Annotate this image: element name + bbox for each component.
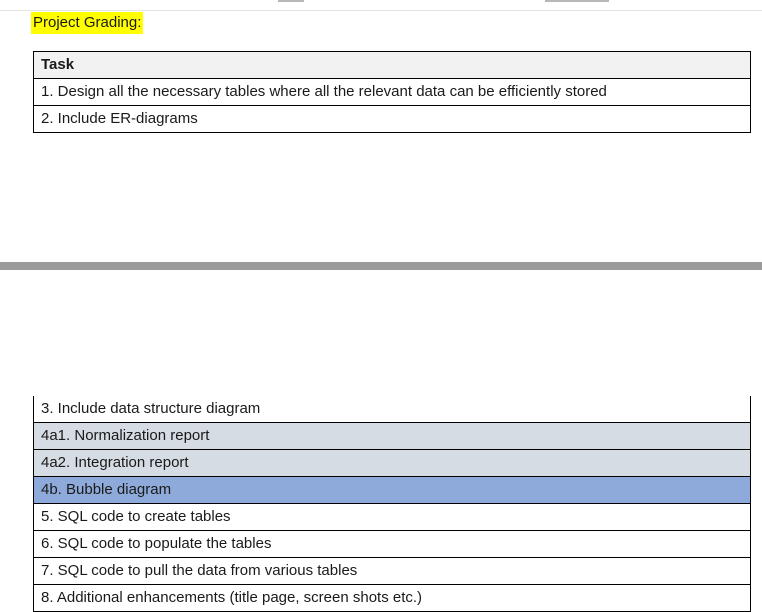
table-row: 1. Design all the necessary tables where… xyxy=(33,78,751,106)
task-cell: 1. Design all the necessary tables where… xyxy=(33,78,751,106)
task-cell: 8. Additional enhancements (title page, … xyxy=(33,584,751,612)
table-row: 5. SQL code to create tables xyxy=(33,503,751,531)
task-cell: 4b. Bubble diagram xyxy=(33,476,751,504)
task-table-part-2: 3. Include data structure diagram 4a1. N… xyxy=(33,396,751,612)
task-cell: 6. SQL code to populate the tables xyxy=(33,530,751,558)
table-row: 2. Include ER-diagrams xyxy=(33,105,751,133)
task-cell: 5. SQL code to create tables xyxy=(33,503,751,531)
table-row: 4a2. Integration report xyxy=(33,449,751,477)
task-cell: 7. SQL code to pull the data from variou… xyxy=(33,557,751,585)
task-cell: 4a2. Integration report xyxy=(33,449,751,477)
document-page-1: Project Grading: Task 1. Design all the … xyxy=(0,0,762,262)
table-row: 8. Additional enhancements (title page, … xyxy=(33,584,751,612)
table-header-row: Task xyxy=(33,51,751,79)
table-row: 6. SQL code to populate the tables xyxy=(33,530,751,558)
section-heading: Project Grading: xyxy=(31,12,144,34)
task-table-part-1: Task 1. Design all the necessary tables … xyxy=(33,51,751,133)
ruler-mark xyxy=(278,0,304,2)
task-cell: 4a1. Normalization report xyxy=(33,422,751,450)
table-row: 4b. Bubble diagram xyxy=(33,476,751,504)
page-top-edge xyxy=(0,0,762,11)
task-cell: 3. Include data structure diagram xyxy=(33,396,751,423)
task-cell: 2. Include ER-diagrams xyxy=(33,105,751,133)
page-break-separator xyxy=(0,262,762,270)
ruler-mark xyxy=(545,0,609,2)
table-row: 4a1. Normalization report xyxy=(33,422,751,450)
table-row: 7. SQL code to pull the data from variou… xyxy=(33,557,751,585)
table-row: 3. Include data structure diagram xyxy=(33,396,751,423)
table-header-task: Task xyxy=(33,51,751,79)
